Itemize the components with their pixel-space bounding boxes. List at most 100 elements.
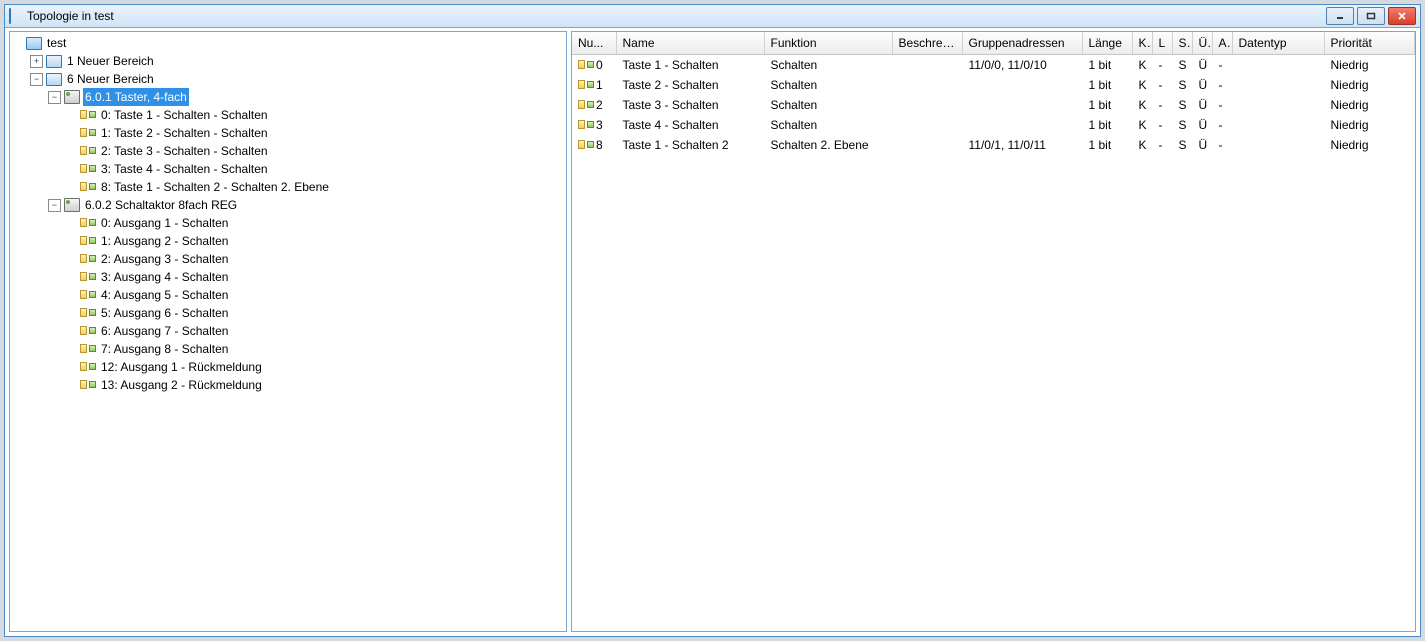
cell-funktion: Schalten [764, 95, 892, 115]
tree-comobject[interactable]: 1: Ausgang 2 - Schalten [64, 232, 566, 250]
cell-datentyp [1232, 55, 1324, 76]
table-header-row[interactable]: Nu... Name Funktion Beschreib... Gruppen… [572, 32, 1415, 55]
cell-laenge: 1 bit [1082, 95, 1132, 115]
col-s[interactable]: S [1172, 32, 1192, 55]
comobject-icon [80, 180, 96, 194]
comobject-icon [80, 252, 96, 266]
tree-comobject[interactable]: 2: Taste 3 - Schalten - Schalten [64, 142, 566, 160]
cell-funktion: Schalten 2. Ebene [764, 135, 892, 155]
device-icon [64, 198, 80, 212]
col-k[interactable]: K [1132, 32, 1152, 55]
cell-prio: Niedrig [1324, 115, 1415, 135]
tree-comobject[interactable]: 13: Ausgang 2 - Rückmeldung [64, 376, 566, 394]
tree-comobject[interactable]: 3: Ausgang 4 - Schalten [64, 268, 566, 286]
close-button[interactable] [1388, 7, 1416, 25]
col-funktion[interactable]: Funktion [764, 32, 892, 55]
cell-s: S [1172, 95, 1192, 115]
table-row[interactable]: 2Taste 3 - SchaltenSchalten1 bitK-SÜ-Nie… [572, 95, 1415, 115]
col-name[interactable]: Name [616, 32, 764, 55]
cell-gruppen [962, 75, 1082, 95]
table-row[interactable]: 8Taste 1 - Schalten 2Schalten 2. Ebene11… [572, 135, 1415, 155]
cell-k: K [1132, 115, 1152, 135]
area-icon [46, 54, 62, 68]
expander-icon[interactable]: − [48, 91, 61, 104]
tree-pane[interactable]: test + 1 Neuer Bereich − [9, 31, 567, 632]
cell-k: K [1132, 75, 1152, 95]
maximize-button[interactable] [1357, 7, 1385, 25]
cell-l: - [1152, 55, 1172, 76]
tree-label: 1: Ausgang 2 - Schalten [99, 232, 230, 250]
col-nummer[interactable]: Nu... [572, 32, 616, 55]
cell-laenge: 1 bit [1082, 115, 1132, 135]
area-icon [46, 72, 62, 86]
tree-comobject[interactable]: 8: Taste 1 - Schalten 2 - Schalten 2. Eb… [64, 178, 566, 196]
title-bar[interactable]: Topologie in test [5, 5, 1420, 28]
cell-gruppen [962, 95, 1082, 115]
tree-comobject[interactable]: 12: Ausgang 1 - Rückmeldung [64, 358, 566, 376]
col-l[interactable]: L [1152, 32, 1172, 55]
cell-k: K [1132, 135, 1152, 155]
comobject-icon [80, 162, 96, 176]
cell-funktion: Schalten [764, 75, 892, 95]
tree-root[interactable]: test [10, 34, 566, 52]
object-table[interactable]: Nu... Name Funktion Beschreib... Gruppen… [572, 32, 1415, 155]
comobject-icon [80, 234, 96, 248]
expander-icon[interactable]: − [48, 199, 61, 212]
tree-area-1[interactable]: + 1 Neuer Bereich [28, 52, 566, 70]
tree-label: 3: Ausgang 4 - Schalten [99, 268, 230, 286]
cell-beschreib [892, 55, 962, 76]
project-icon [26, 36, 42, 50]
tree-comobject[interactable]: 1: Taste 2 - Schalten - Schalten [64, 124, 566, 142]
tree-label: 0: Taste 1 - Schalten - Schalten [99, 106, 270, 124]
cell-num: 2 [596, 98, 603, 112]
tree-comobject[interactable]: 0: Ausgang 1 - Schalten [64, 214, 566, 232]
col-gruppen[interactable]: Gruppenadressen [962, 32, 1082, 55]
tree-comobject[interactable]: 7: Ausgang 8 - Schalten [64, 340, 566, 358]
col-datentyp[interactable]: Datentyp [1232, 32, 1324, 55]
comobject-icon [80, 306, 96, 320]
table-row[interactable]: 3Taste 4 - SchaltenSchalten1 bitK-SÜ-Nie… [572, 115, 1415, 135]
minimize-button[interactable] [1326, 7, 1354, 25]
comobject-icon [578, 99, 594, 111]
tree-comobject[interactable]: 0: Taste 1 - Schalten - Schalten [64, 106, 566, 124]
tree-label: 6.0.2 Schaltaktor 8fach REG [83, 196, 239, 214]
col-prioritaet[interactable]: Priorität [1324, 32, 1415, 55]
cell-beschreib [892, 135, 962, 155]
tree-area-6[interactable]: − 6 Neuer Bereich [28, 70, 566, 88]
tree-device-602[interactable]: − 6.0.2 Schaltaktor 8fach REG [46, 196, 566, 214]
table-row[interactable]: 0Taste 1 - SchaltenSchalten11/0/0, 11/0/… [572, 55, 1415, 76]
cell-beschreib [892, 75, 962, 95]
tree-comobject[interactable]: 2: Ausgang 3 - Schalten [64, 250, 566, 268]
col-beschreib[interactable]: Beschreib... [892, 32, 962, 55]
table-row[interactable]: 1Taste 2 - SchaltenSchalten1 bitK-SÜ-Nie… [572, 75, 1415, 95]
tree-label: 6 Neuer Bereich [65, 70, 156, 88]
cell-l: - [1152, 115, 1172, 135]
tree-device-601[interactable]: − 6.0.1 Taster, 4-fach [46, 88, 566, 106]
cell-name: Taste 2 - Schalten [616, 75, 764, 95]
comobject-icon [80, 324, 96, 338]
tree-label: 5: Ausgang 6 - Schalten [99, 304, 230, 322]
cell-l: - [1152, 75, 1172, 95]
col-a[interactable]: A [1212, 32, 1232, 55]
cell-name: Taste 1 - Schalten [616, 55, 764, 76]
tree-comobject[interactable]: 6: Ausgang 7 - Schalten [64, 322, 566, 340]
cell-l: - [1152, 135, 1172, 155]
col-ue[interactable]: Ü [1192, 32, 1212, 55]
expander-icon[interactable]: − [30, 73, 43, 86]
tree-comobject[interactable]: 5: Ausgang 6 - Schalten [64, 304, 566, 322]
cell-s: S [1172, 135, 1192, 155]
cell-beschreib [892, 95, 962, 115]
comobject-icon [80, 270, 96, 284]
cell-a: - [1212, 135, 1232, 155]
cell-num: 3 [596, 118, 603, 132]
grid-pane[interactable]: Nu... Name Funktion Beschreib... Gruppen… [571, 31, 1416, 632]
cell-datentyp [1232, 95, 1324, 115]
expander-icon[interactable]: + [30, 55, 43, 68]
cell-a: - [1212, 95, 1232, 115]
tree-comobject[interactable]: 4: Ausgang 5 - Schalten [64, 286, 566, 304]
cell-l: - [1152, 95, 1172, 115]
tree-comobject[interactable]: 3: Taste 4 - Schalten - Schalten [64, 160, 566, 178]
app-icon [9, 9, 23, 23]
col-laenge[interactable]: Länge [1082, 32, 1132, 55]
tree-label: 1 Neuer Bereich [65, 52, 156, 70]
